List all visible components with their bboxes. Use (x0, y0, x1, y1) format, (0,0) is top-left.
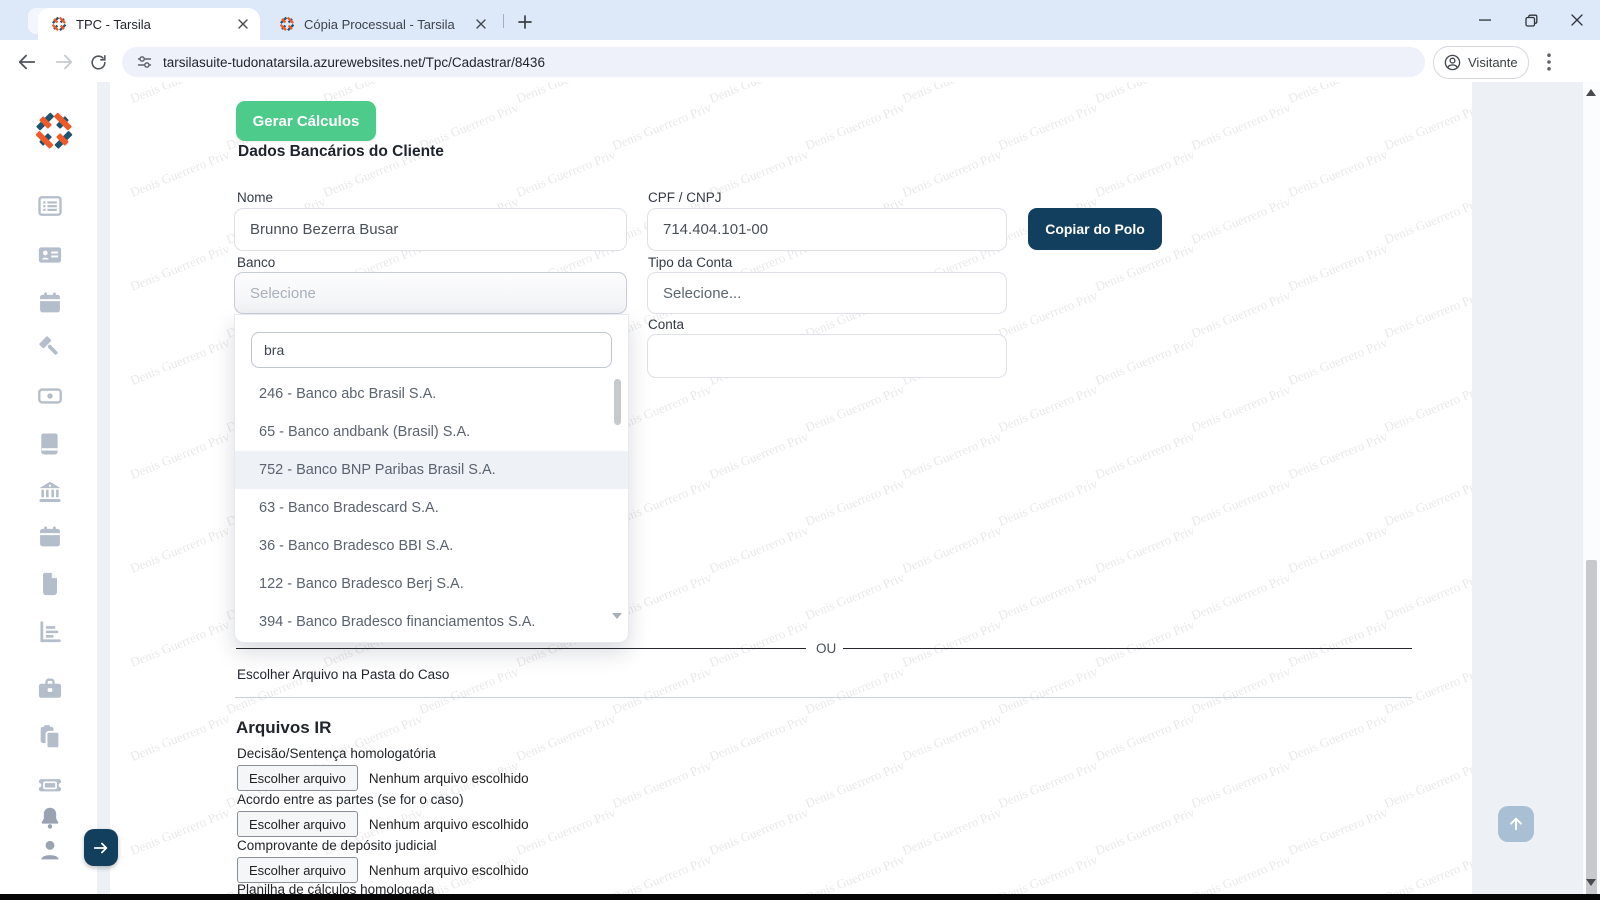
banco-option[interactable]: 122 - Banco Bradesco Berj S.A. (235, 565, 628, 603)
file-status: Nenhum arquivo escolhido (369, 771, 529, 786)
scrollbar-thumb[interactable] (1586, 560, 1597, 898)
sidebar-item-book[interactable] (36, 430, 64, 458)
banco-dropdown-panel: bra 246 - Banco abc Brasil S.A. 65 - Ban… (234, 314, 629, 643)
page-background (97, 82, 110, 900)
sidebar-item-ticket[interactable] (36, 771, 64, 799)
page-background (1472, 82, 1583, 900)
nome-label: Nome (237, 190, 273, 205)
banco-option-highlighted[interactable]: 752 - Banco BNP Paribas Brasil S.A. (235, 451, 628, 489)
browser-window: TPC - Tarsila Cópia Processual - Tarsila (0, 0, 1600, 900)
sidebar-item-clipboard[interactable] (36, 723, 64, 751)
file-input-row: Escolher arquivo Nenhum arquivo escolhid… (237, 811, 529, 837)
sidebar-expand-button[interactable] (84, 829, 118, 866)
divider-line (236, 648, 806, 649)
close-button[interactable] (1554, 0, 1600, 40)
choose-file-button[interactable]: Escolher arquivo (237, 857, 358, 883)
tipo-conta-value: Selecione... (663, 285, 741, 302)
window-controls (1462, 0, 1600, 40)
url-bar[interactable]: tarsilasuite-tudonatarsila.azurewebsites… (122, 47, 1425, 77)
profile-label: Visitante (1468, 55, 1518, 70)
profile-button[interactable]: Visitante (1433, 46, 1529, 79)
tarsila-logo (31, 108, 77, 154)
tab-close-icon[interactable] (472, 15, 490, 33)
minimize-button[interactable] (1462, 0, 1508, 40)
sidebar-item-bank[interactable] (36, 478, 64, 506)
banco-select[interactable]: Selecione (234, 272, 627, 314)
tarsila-favicon (278, 15, 296, 33)
dropdown-scroll-down-icon[interactable] (612, 613, 622, 619)
nome-input[interactable]: Brunno Bezerra Busar (234, 208, 627, 251)
file-label: Comprovante de depósito judicial (237, 838, 437, 853)
restore-button[interactable] (1508, 0, 1554, 40)
file-status: Nenhum arquivo escolhido (369, 863, 529, 878)
tab-separator (503, 14, 504, 28)
conta-label: Conta (648, 317, 684, 332)
tab-title: Cópia Processual - Tarsila (304, 17, 472, 32)
page-scrollbar[interactable] (1583, 82, 1600, 894)
cpf-cnpj-input[interactable]: 714.404.101-00 (647, 208, 1007, 251)
scrollbar-down-icon[interactable] (1586, 879, 1596, 886)
tipo-conta-select[interactable]: Selecione... (647, 272, 1007, 314)
sidebar-item-id-card[interactable] (36, 241, 64, 269)
choose-file-button[interactable]: Escolher arquivo (237, 811, 358, 837)
banco-label: Banco (237, 255, 275, 270)
tarsila-favicon (50, 15, 68, 33)
sidebar-item-bar-chart[interactable] (36, 618, 64, 646)
tipo-conta-label: Tipo da Conta (648, 255, 732, 270)
sidebar-item-bell[interactable] (36, 804, 64, 832)
horizontal-rule (235, 697, 1412, 698)
cpf-cnpj-label: CPF / CNPJ (648, 190, 722, 205)
banco-option[interactable]: 246 - Banco abc Brasil S.A. (235, 375, 628, 413)
banco-search-value: bra (264, 342, 284, 358)
reload-button[interactable] (86, 50, 110, 74)
sidebar-item-gavel[interactable] (36, 333, 64, 361)
divider-line (843, 648, 1412, 649)
file-input-row: Escolher arquivo Nenhum arquivo escolhid… (237, 765, 529, 791)
site-settings-icon[interactable] (136, 54, 153, 70)
file-label: Acordo entre as partes (se for o caso) (237, 792, 464, 807)
tab-title: TPC - Tarsila (76, 17, 234, 32)
back-button[interactable] (15, 50, 39, 74)
banco-option[interactable]: 65 - Banco andbank (Brasil) S.A. (235, 413, 628, 451)
sidebar-item-banknote[interactable] (36, 382, 64, 410)
file-label: Decisão/Sentença homologatória (237, 746, 436, 761)
tab-close-icon[interactable] (234, 15, 252, 33)
scroll-to-top-button[interactable] (1498, 806, 1534, 842)
dropdown-scrollbar[interactable] (614, 379, 621, 425)
choose-file-button[interactable]: Escolher arquivo (237, 765, 358, 791)
banco-option[interactable]: 394 - Banco Bradesco financiamentos S.A. (235, 603, 628, 641)
scrollbar-up-icon[interactable] (1586, 89, 1596, 96)
tab-strip: TPC - Tarsila Cópia Processual - Tarsila (0, 0, 1600, 40)
file-input-row: Escolher arquivo Nenhum arquivo escolhid… (237, 857, 529, 883)
banco-option[interactable]: 63 - Banco Bradescard S.A. (235, 489, 628, 527)
app-sidebar (0, 82, 97, 900)
url-text: tarsilasuite-tudonatarsila.azurewebsites… (163, 55, 545, 70)
file-status: Nenhum arquivo escolhido (369, 817, 529, 832)
gerar-calculos-button[interactable]: Gerar Cálculos (236, 101, 376, 141)
banco-placeholder: Selecione (250, 285, 316, 302)
banco-option[interactable]: 36 - Banco Bradesco BBI S.A. (235, 527, 628, 565)
cpf-cnpj-value: 714.404.101-00 (663, 221, 768, 238)
tab-tpc[interactable]: TPC - Tarsila (38, 8, 260, 40)
sidebar-item-user[interactable] (36, 836, 64, 864)
browser-menu-button[interactable] (1537, 49, 1561, 75)
banco-search-input[interactable]: bra (251, 332, 612, 368)
window-bottom-edge (0, 894, 1600, 900)
sidebar-item-calendar[interactable] (36, 289, 64, 317)
new-tab-button[interactable] (512, 9, 538, 35)
copiar-do-polo-button[interactable]: Copiar do Polo (1028, 208, 1162, 250)
sidebar-item-list[interactable] (36, 192, 64, 220)
sidebar-item-briefcase[interactable] (36, 675, 64, 703)
divider-label: OU (816, 641, 836, 656)
arquivos-ir-title: Arquivos IR (236, 718, 331, 738)
sidebar-item-calendar-2[interactable] (36, 523, 64, 551)
section-title: Dados Bancários do Cliente (238, 143, 444, 161)
case-folder-link[interactable]: Escolher Arquivo na Pasta do Caso (237, 667, 449, 682)
sidebar-item-file[interactable] (36, 570, 64, 598)
nome-value: Brunno Bezerra Busar (250, 221, 398, 238)
tab-copia-processual[interactable]: Cópia Processual - Tarsila (266, 8, 498, 40)
conta-input[interactable] (647, 334, 1007, 378)
forward-button[interactable] (52, 50, 76, 74)
profile-avatar-icon (1443, 53, 1462, 72)
